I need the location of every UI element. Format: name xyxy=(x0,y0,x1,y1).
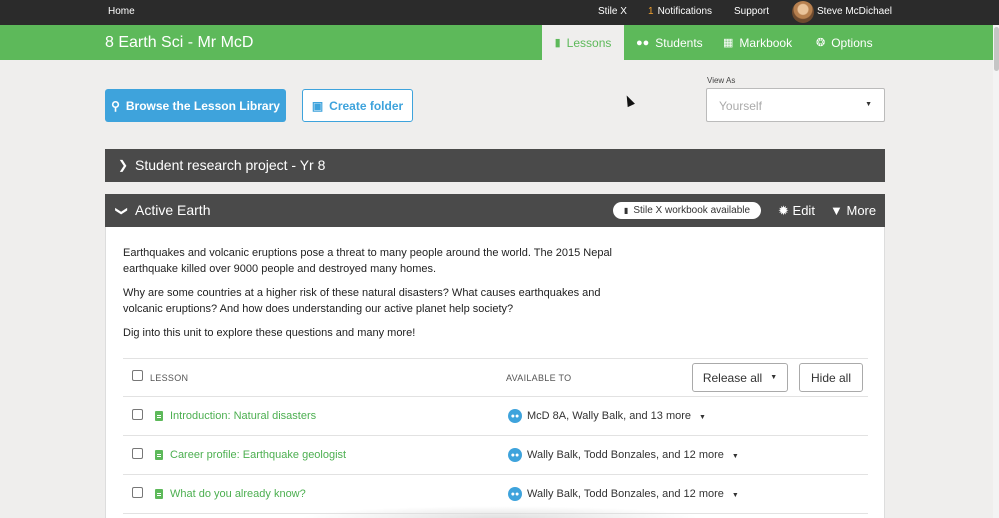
tab-students-label: Students xyxy=(655,35,703,50)
top-navigation-bar: Home Stile X 1 Notifications Support Stev… xyxy=(0,0,999,25)
gear-icon: ✹ xyxy=(778,203,789,218)
select-all-checkbox[interactable] xyxy=(132,370,143,381)
mouse-cursor-icon xyxy=(623,93,635,108)
scrollbar-thumb[interactable] xyxy=(994,27,999,71)
home-link[interactable]: Home xyxy=(108,6,135,17)
create-folder-label: Create folder xyxy=(329,98,404,113)
search-icon: ⚲ xyxy=(111,98,120,113)
create-folder-button[interactable]: ▣ Create folder xyxy=(302,89,413,122)
group-icon: ●● xyxy=(508,409,522,423)
course-title: 8 Earth Sci - Mr McD xyxy=(105,34,254,51)
course-header: 8 Earth Sci - Mr McD ▮ Lessons ●● Studen… xyxy=(0,25,993,60)
tab-markbook-label: Markbook xyxy=(739,35,793,50)
view-as-select[interactable]: Yourself ▼ xyxy=(706,88,885,122)
tab-lessons[interactable]: ▮ Lessons xyxy=(542,25,624,60)
support-link[interactable]: Support xyxy=(734,6,769,17)
edit-button[interactable]: ✹ Edit xyxy=(778,203,815,219)
notifications-link[interactable]: 1 Notifications xyxy=(648,6,712,17)
row-checkbox[interactable] xyxy=(132,409,143,420)
badge-label: Stile X workbook available xyxy=(633,205,751,216)
bottom-shadow xyxy=(300,506,700,518)
edit-label: Edit xyxy=(792,203,815,218)
available-to-text: McD 8A, Wally Balk, and 13 more xyxy=(527,410,692,422)
caret-down-icon: ▼ xyxy=(731,492,739,499)
column-header-available-to: AVAILABLE TO xyxy=(506,373,572,383)
release-all-label: Release all xyxy=(702,370,763,385)
caret-down-icon: ▼ xyxy=(770,374,778,381)
settings-icon: ❂ xyxy=(816,37,826,49)
tab-options[interactable]: ❂ Options xyxy=(816,25,873,60)
divider xyxy=(123,474,868,475)
workbook-badge[interactable]: ▮ Stile X workbook available xyxy=(613,202,761,219)
available-to-dropdown[interactable]: McD 8A, Wally Balk, and 13 more ▼ xyxy=(527,410,706,422)
view-as-value: Yourself xyxy=(719,99,762,113)
chevron-right-icon: ❯ xyxy=(118,158,129,172)
folder-header-research[interactable]: ❯ Student research project - Yr 8 xyxy=(105,149,885,182)
folder-title: Student research project - Yr 8 xyxy=(135,157,326,173)
document-icon: ▮ xyxy=(554,37,561,49)
hide-all-label: Hide all xyxy=(810,370,852,385)
tab-students[interactable]: ●● Students xyxy=(636,25,703,60)
tab-markbook[interactable]: ▦ Markbook xyxy=(723,25,792,60)
hide-all-button[interactable]: Hide all xyxy=(799,363,863,392)
chevron-circle-down-icon: ▼ xyxy=(830,203,843,218)
caret-down-icon: ▼ xyxy=(699,414,706,421)
view-as-label: View As xyxy=(707,76,736,85)
tab-lessons-label: Lessons xyxy=(566,35,612,50)
browse-label: Browse the Lesson Library xyxy=(125,98,280,113)
description-paragraph: Earthquakes and volcanic eruptions pose … xyxy=(123,247,613,275)
user-name[interactable]: Steve McDichael xyxy=(817,6,892,17)
divider xyxy=(123,396,868,397)
avatar[interactable] xyxy=(792,1,814,23)
scrollbar-track[interactable] xyxy=(993,25,999,518)
row-checkbox[interactable] xyxy=(132,487,143,498)
divider xyxy=(123,435,868,436)
available-to-dropdown[interactable]: Wally Balk, Todd Bonzales, and 12 more ▼ xyxy=(527,449,739,461)
row-checkbox[interactable] xyxy=(132,448,143,459)
available-to-text: Wally Balk, Todd Bonzales, and 12 more xyxy=(527,488,724,500)
caret-down-icon: ▼ xyxy=(865,101,872,108)
tab-options-label: Options xyxy=(831,35,873,50)
lesson-link[interactable]: Career profile: Earthquake geologist xyxy=(170,449,346,461)
browse-lesson-library-button[interactable]: ⚲ Browse the Lesson Library xyxy=(105,89,286,122)
description-paragraph: Why are some countries at a higher risk … xyxy=(123,287,601,315)
lesson-link[interactable]: What do you already know? xyxy=(170,488,306,500)
notifications-count: 1 xyxy=(648,6,654,17)
grid-icon: ▦ xyxy=(723,37,734,49)
book-icon: ▮ xyxy=(623,206,629,215)
column-header-lesson: LESSON xyxy=(150,373,189,383)
group-icon: ●● xyxy=(508,448,522,462)
stile-x-link[interactable]: Stile X xyxy=(598,6,627,17)
group-icon: ●● xyxy=(508,487,522,501)
folder-header-active-earth[interactable]: ❯ Active Earth ▮ Stile X workbook availa… xyxy=(105,194,885,227)
notifications-label: Notifications xyxy=(657,6,713,17)
release-all-button[interactable]: Release all ▼ xyxy=(692,363,788,392)
document-icon xyxy=(155,450,163,460)
document-icon xyxy=(155,411,163,421)
folder-title: Active Earth xyxy=(135,202,211,218)
chevron-down-icon: ❯ xyxy=(115,205,130,217)
folder-content-panel: Earthquakes and volcanic eruptions pose … xyxy=(105,227,885,518)
divider xyxy=(123,358,868,359)
lesson-link[interactable]: Introduction: Natural disasters xyxy=(170,410,316,422)
available-to-text: Wally Balk, Todd Bonzales, and 12 more xyxy=(527,449,724,461)
people-icon: ●● xyxy=(636,36,650,49)
folder-icon: ▣ xyxy=(311,98,324,113)
description-paragraph: Dig into this unit to explore these ques… xyxy=(123,327,416,339)
document-icon xyxy=(155,489,163,499)
caret-down-icon: ▼ xyxy=(731,453,739,460)
more-button[interactable]: ▼ More xyxy=(830,203,876,218)
available-to-dropdown[interactable]: Wally Balk, Todd Bonzales, and 12 more ▼ xyxy=(527,488,739,500)
more-label: More xyxy=(846,203,877,218)
